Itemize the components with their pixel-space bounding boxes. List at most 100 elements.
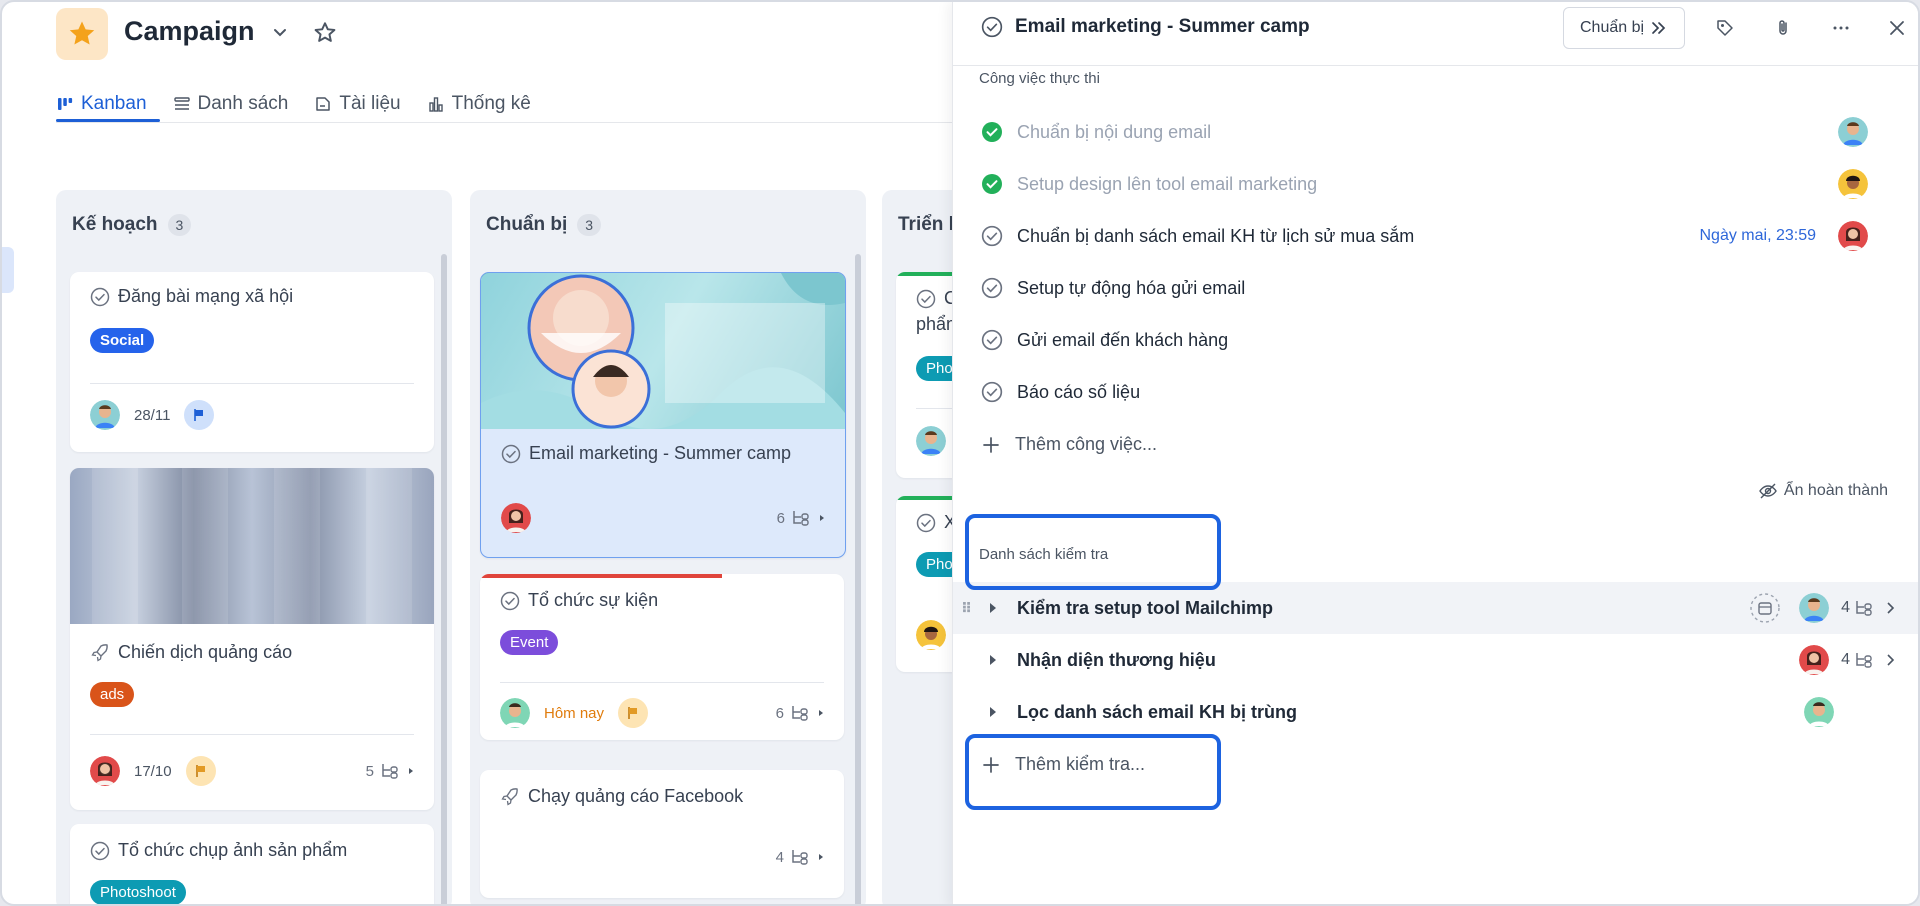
drag-handle-icon[interactable]: ⠿ xyxy=(961,600,975,617)
tab-kanban[interactable]: Kanban xyxy=(56,88,147,120)
avatar[interactable] xyxy=(1838,117,1868,147)
check-circle-icon[interactable] xyxy=(90,287,110,307)
add-task-button[interactable]: Thêm công việc... xyxy=(983,434,1157,455)
tag-photoshoot[interactable]: Photoshoot xyxy=(90,880,186,904)
avatar[interactable] xyxy=(501,503,531,533)
card-footer: 4 xyxy=(500,848,826,866)
caret-right-icon[interactable] xyxy=(987,706,999,718)
check-circle-icon[interactable] xyxy=(981,329,1003,351)
avatar[interactable] xyxy=(1804,697,1834,727)
subtask-number: 4 xyxy=(1841,599,1850,616)
task-row[interactable]: Gửi email đến khách hàng xyxy=(981,320,1868,360)
priority-flag[interactable] xyxy=(618,698,649,728)
project-title[interactable]: Campaign xyxy=(124,16,255,47)
subtask-icon xyxy=(1856,653,1872,668)
avatar[interactable] xyxy=(90,756,120,786)
tag-icon[interactable] xyxy=(1713,16,1737,40)
calendar-icon[interactable] xyxy=(1749,592,1781,624)
panel-title: Email marketing - Summer camp xyxy=(981,16,1310,38)
task-due-date[interactable]: Ngày mai, 23:59 xyxy=(1699,227,1816,245)
check-circle-icon[interactable] xyxy=(916,289,936,309)
column-count: 3 xyxy=(577,214,602,236)
tag-event[interactable]: Event xyxy=(500,630,559,655)
caret-right-icon xyxy=(409,768,413,774)
due-date[interactable]: 28/11 xyxy=(134,407,170,424)
caret-right-icon[interactable] xyxy=(987,654,999,666)
tag-social[interactable]: Social xyxy=(90,328,155,353)
subtask-count[interactable]: 4 xyxy=(776,848,826,866)
more-icon[interactable] xyxy=(1829,16,1853,40)
check-circle-icon[interactable] xyxy=(981,16,1003,38)
card-chien-dich[interactable]: Chiến dịch quảng cáo ads 17/10 5 xyxy=(70,468,434,810)
column-header: Chuẩn bị 3 xyxy=(486,214,602,236)
avatar[interactable] xyxy=(1799,645,1830,675)
check-circle-icon[interactable] xyxy=(916,513,936,533)
card-email-marketing[interactable]: Email marketing - Summer camp 6 xyxy=(480,272,846,558)
tab-list[interactable]: Danh sách xyxy=(173,88,289,120)
priority-flag[interactable] xyxy=(185,756,216,786)
checklist-row[interactable]: Nhận diện thương hiệu 4 xyxy=(953,634,1918,686)
avatar[interactable] xyxy=(916,620,946,650)
priority-flag[interactable] xyxy=(184,400,215,430)
check-done-icon[interactable] xyxy=(981,121,1003,143)
chevron-right-icon[interactable] xyxy=(1884,654,1896,666)
card-title: Chạy quảng cáo Facebook xyxy=(500,786,743,807)
caret-right-icon xyxy=(820,515,824,521)
document-icon xyxy=(316,97,331,111)
check-circle-icon[interactable] xyxy=(90,841,110,861)
due-date[interactable]: Hôm nay xyxy=(544,705,604,722)
task-text: Gửi email đến khách hàng xyxy=(1017,329,1229,350)
check-circle-icon[interactable] xyxy=(981,277,1003,299)
subtask-count[interactable]: 5 xyxy=(366,762,416,780)
attachment-icon[interactable] xyxy=(1771,16,1795,40)
hide-completed-toggle[interactable]: Ẩn hoàn thành xyxy=(1758,482,1888,500)
chevron-down-icon[interactable] xyxy=(270,22,290,42)
tab-label: Thống kê xyxy=(451,93,531,114)
due-date[interactable]: 17/10 xyxy=(134,763,172,780)
card-to-chuc-su-kien[interactable]: Tổ chức sự kiện Event Hôm nay 6 xyxy=(480,574,844,740)
avatar[interactable] xyxy=(90,400,120,430)
task-row[interactable]: Setup tự động hóa gửi email xyxy=(981,268,1868,308)
check-circle-icon[interactable] xyxy=(981,225,1003,247)
column-scrollbar[interactable] xyxy=(441,254,447,904)
caret-right-icon[interactable] xyxy=(987,602,999,614)
avatar[interactable] xyxy=(1799,593,1830,623)
avatar[interactable] xyxy=(500,698,530,728)
tab-statistics[interactable]: Thống kê xyxy=(427,88,531,120)
favorite-star-icon[interactable] xyxy=(312,20,338,46)
subtask-number: 4 xyxy=(775,848,784,866)
avatar[interactable] xyxy=(916,426,946,456)
tag-ads[interactable]: ads xyxy=(90,682,135,707)
check-circle-icon[interactable] xyxy=(981,381,1003,403)
subtask-count[interactable]: 4 xyxy=(1841,651,1874,669)
status-button[interactable]: Chuẩn bị xyxy=(1563,7,1686,49)
subtask-count[interactable]: 6 xyxy=(777,509,827,527)
task-row[interactable]: Setup design lên tool email marketing xyxy=(981,164,1868,204)
card-dang-bai[interactable]: Đăng bài mạng xã hội Social 28/11 xyxy=(70,272,434,452)
check-circle-icon[interactable] xyxy=(500,591,520,611)
panel-title-text[interactable]: Email marketing - Summer camp xyxy=(1015,16,1310,38)
task-row[interactable]: Báo cáo số liệu xyxy=(981,372,1868,412)
avatar[interactable] xyxy=(1838,169,1868,199)
card-title: C xyxy=(916,288,957,309)
card-title-text: Email marketing - Summer camp xyxy=(529,443,792,463)
avatar[interactable] xyxy=(1838,221,1868,251)
column-scrollbar[interactable] xyxy=(855,254,861,904)
chevron-right-icon[interactable] xyxy=(1884,602,1896,614)
task-row[interactable]: Chuẩn bị nội dung email xyxy=(981,112,1868,152)
card-chup-anh[interactable]: Tổ chức chụp ảnh sản phẩm Photoshoot xyxy=(70,824,434,904)
card-title: X xyxy=(916,512,956,533)
subtask-count[interactable]: 6 xyxy=(776,704,826,722)
column-count: 3 xyxy=(167,214,192,236)
close-icon[interactable] xyxy=(1885,16,1909,40)
tab-documents[interactable]: Tài liệu xyxy=(314,88,401,120)
task-row[interactable]: Chuẩn bị danh sách email KH từ lịch sử m… xyxy=(981,216,1868,256)
check-done-icon[interactable] xyxy=(981,173,1003,195)
checklist-row[interactable]: Lọc danh sách email KH bị trùng xyxy=(953,686,1918,738)
tab-label: Danh sách xyxy=(197,93,289,114)
subtask-count[interactable]: 4 xyxy=(1841,599,1874,617)
check-circle-icon[interactable] xyxy=(501,444,521,464)
card-chay-quang-cao[interactable]: Chạy quảng cáo Facebook 4 xyxy=(480,770,844,898)
caret-right-icon xyxy=(819,854,823,860)
sidebar-edge[interactable] xyxy=(2,247,14,293)
